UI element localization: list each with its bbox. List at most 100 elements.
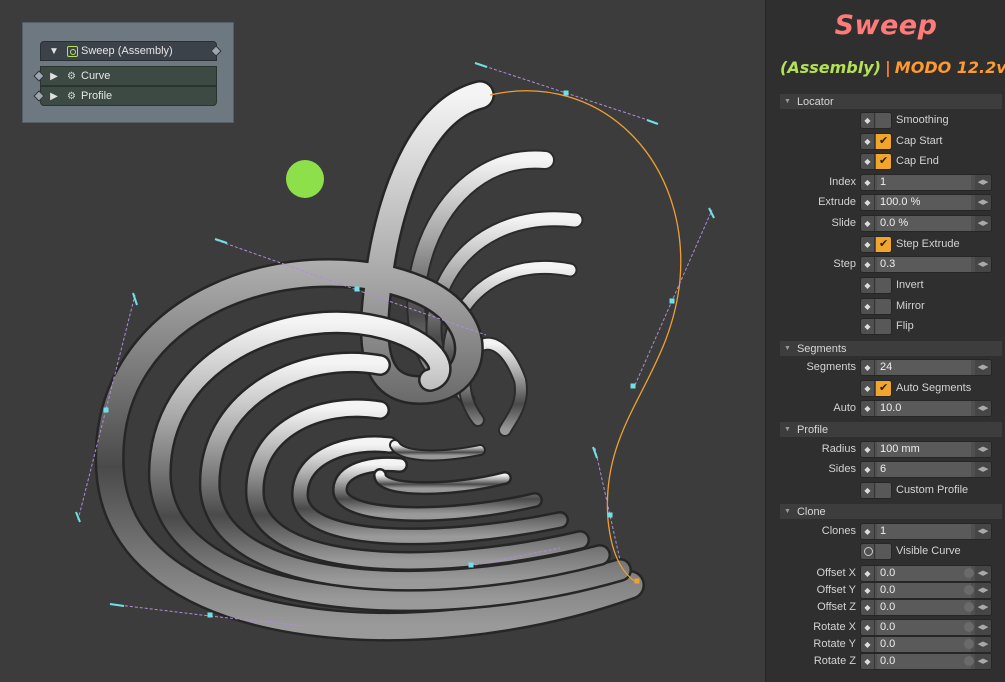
clones-field[interactable]: ◆ 1 ◀▶ bbox=[860, 523, 992, 540]
expand-triangle-icon[interactable]: ▶ bbox=[41, 91, 67, 102]
slider-arrows-icon[interactable]: ◀▶ bbox=[975, 216, 991, 231]
slide-value[interactable]: 0.0 % bbox=[877, 216, 971, 231]
slider-arrows-icon[interactable]: ◀▶ bbox=[975, 401, 991, 416]
offset-y-field[interactable]: ◆ 0.0 ◀▶ bbox=[860, 582, 992, 599]
sides-field[interactable]: ◆ 6 ◀▶ bbox=[860, 461, 992, 478]
keyframe-icon[interactable]: ◆ bbox=[861, 113, 875, 128]
keyframe-icon[interactable]: ◆ bbox=[861, 401, 875, 416]
lock-icon[interactable] bbox=[964, 622, 974, 632]
checkbox-box[interactable] bbox=[876, 299, 891, 314]
checkbox-box[interactable] bbox=[876, 113, 891, 128]
auto-segments-checkbox[interactable]: ◆ bbox=[860, 380, 892, 397]
slider-arrows-icon[interactable]: ◀▶ bbox=[975, 524, 991, 539]
segments-value[interactable]: 24 bbox=[877, 360, 971, 375]
3d-viewport[interactable]: ▼ Sweep (Assembly) ▶ ⚙ Curve ▶ ⚙ Profile bbox=[0, 0, 765, 682]
checkbox-box[interactable] bbox=[876, 154, 891, 169]
lock-icon[interactable] bbox=[964, 568, 974, 578]
checkbox-box[interactable] bbox=[876, 278, 891, 293]
keyframe-icon[interactable]: ◆ bbox=[861, 600, 875, 615]
offset-x-value[interactable]: 0.0 bbox=[877, 566, 971, 581]
index-field[interactable]: ◆ 1 ◀▶ bbox=[860, 174, 992, 191]
cap-start-checkbox[interactable]: ◆ bbox=[860, 133, 892, 150]
keyframe-icon[interactable]: ◆ bbox=[861, 583, 875, 598]
extrude-value[interactable]: 100.0 % bbox=[877, 195, 971, 210]
keyframe-icon[interactable]: ◆ bbox=[861, 154, 875, 169]
rotate-y-field[interactable]: ◆ 0.0 ◀▶ bbox=[860, 636, 992, 653]
light-locator[interactable] bbox=[286, 160, 324, 198]
rotate-x-field[interactable]: ◆ 0.0 ◀▶ bbox=[860, 619, 992, 636]
visible-curve-checkbox[interactable] bbox=[860, 543, 892, 560]
lock-icon[interactable] bbox=[964, 602, 974, 612]
keyframe-icon[interactable]: ◆ bbox=[861, 319, 875, 334]
slide-field[interactable]: ◆ 0.0 % ◀▶ bbox=[860, 215, 992, 232]
checkbox-box[interactable] bbox=[876, 544, 891, 559]
invert-checkbox[interactable]: ◆ bbox=[860, 277, 892, 294]
keyframe-icon[interactable]: ◆ bbox=[861, 381, 875, 396]
auto-value[interactable]: 10.0 bbox=[877, 401, 971, 416]
step-field[interactable]: ◆ 0.3 ◀▶ bbox=[860, 256, 992, 273]
section-locator-header[interactable]: ▼ Locator bbox=[780, 94, 1002, 109]
radius-value[interactable]: 100 mm bbox=[877, 442, 971, 457]
collapse-triangle-icon[interactable]: ▼ bbox=[41, 46, 67, 57]
keyframe-icon[interactable]: ◆ bbox=[861, 483, 875, 498]
schematic-node-panel[interactable]: ▼ Sweep (Assembly) ▶ ⚙ Curve ▶ ⚙ Profile bbox=[22, 22, 234, 123]
rotate-z-field[interactable]: ◆ 0.0 ◀▶ bbox=[860, 653, 992, 670]
checkbox-box[interactable] bbox=[876, 134, 891, 149]
keyframe-icon[interactable]: ◆ bbox=[861, 462, 875, 477]
section-clone-header[interactable]: ▼ Clone bbox=[780, 504, 1002, 519]
lock-icon[interactable] bbox=[964, 656, 974, 666]
slider-arrows-icon[interactable]: ◀▶ bbox=[975, 566, 991, 581]
sides-value[interactable]: 6 bbox=[877, 462, 971, 477]
checkbox-box[interactable] bbox=[876, 237, 891, 252]
flip-checkbox[interactable]: ◆ bbox=[860, 318, 892, 335]
slider-arrows-icon[interactable]: ◀▶ bbox=[975, 257, 991, 272]
mirror-checkbox[interactable]: ◆ bbox=[860, 298, 892, 315]
keyframe-icon[interactable]: ◆ bbox=[861, 620, 875, 635]
offset-x-field[interactable]: ◆ 0.0 ◀▶ bbox=[860, 565, 992, 582]
slider-arrows-icon[interactable]: ◀▶ bbox=[975, 620, 991, 635]
offset-z-field[interactable]: ◆ 0.0 ◀▶ bbox=[860, 599, 992, 616]
rotate-y-value[interactable]: 0.0 bbox=[877, 637, 971, 652]
expand-triangle-icon[interactable]: ▶ bbox=[41, 71, 67, 82]
keyframe-icon[interactable]: ◆ bbox=[861, 237, 875, 252]
checkbox-box[interactable] bbox=[876, 483, 891, 498]
offset-z-value[interactable]: 0.0 bbox=[877, 600, 971, 615]
section-segments-header[interactable]: ▼ Segments bbox=[780, 341, 1002, 356]
slider-arrows-icon[interactable]: ◀▶ bbox=[975, 600, 991, 615]
assembly-node-header[interactable]: ▼ Sweep (Assembly) bbox=[40, 41, 217, 61]
slider-arrows-icon[interactable]: ◀▶ bbox=[975, 360, 991, 375]
step-value[interactable]: 0.3 bbox=[877, 257, 971, 272]
segments-field[interactable]: ◆ 24 ◀▶ bbox=[860, 359, 992, 376]
slider-arrows-icon[interactable]: ◀▶ bbox=[975, 442, 991, 457]
lock-icon[interactable] bbox=[964, 585, 974, 595]
slider-arrows-icon[interactable]: ◀▶ bbox=[975, 654, 991, 669]
keyframe-icon[interactable]: ◆ bbox=[861, 257, 875, 272]
keyframe-icon[interactable]: ◆ bbox=[861, 637, 875, 652]
slider-arrows-icon[interactable]: ◀▶ bbox=[975, 583, 991, 598]
extrude-field[interactable]: ◆ 100.0 % ◀▶ bbox=[860, 194, 992, 211]
offset-y-value[interactable]: 0.0 bbox=[877, 583, 971, 598]
keyframe-icon[interactable]: ◆ bbox=[861, 216, 875, 231]
keyframe-icon[interactable]: ◆ bbox=[861, 524, 875, 539]
section-profile-header[interactable]: ▼ Profile bbox=[780, 422, 1002, 437]
keyframe-icon[interactable]: ◆ bbox=[861, 442, 875, 457]
rotate-x-value[interactable]: 0.0 bbox=[877, 620, 971, 635]
slider-arrows-icon[interactable]: ◀▶ bbox=[975, 637, 991, 652]
clones-value[interactable]: 1 bbox=[877, 524, 971, 539]
radius-field[interactable]: ◆ 100 mm ◀▶ bbox=[860, 441, 992, 458]
index-value[interactable]: 1 bbox=[877, 175, 971, 190]
keyframe-icon[interactable]: ◆ bbox=[861, 175, 875, 190]
keyframe-icon[interactable]: ◆ bbox=[861, 654, 875, 669]
rotate-z-value[interactable]: 0.0 bbox=[877, 654, 971, 669]
keyframe-icon[interactable]: ◆ bbox=[861, 299, 875, 314]
keyframe-icon[interactable]: ◆ bbox=[861, 195, 875, 210]
checkbox-box[interactable] bbox=[876, 319, 891, 334]
smoothing-checkbox[interactable]: ◆ bbox=[860, 112, 892, 129]
keyframe-icon[interactable]: ◆ bbox=[861, 278, 875, 293]
slider-arrows-icon[interactable]: ◀▶ bbox=[975, 462, 991, 477]
keyframe-icon[interactable]: ◆ bbox=[861, 566, 875, 581]
lock-icon[interactable] bbox=[964, 639, 974, 649]
checkbox-box[interactable] bbox=[876, 381, 891, 396]
schematic-input-curve[interactable]: ▶ ⚙ Curve bbox=[40, 66, 217, 86]
step-extrude-checkbox[interactable]: ◆ bbox=[860, 236, 892, 253]
